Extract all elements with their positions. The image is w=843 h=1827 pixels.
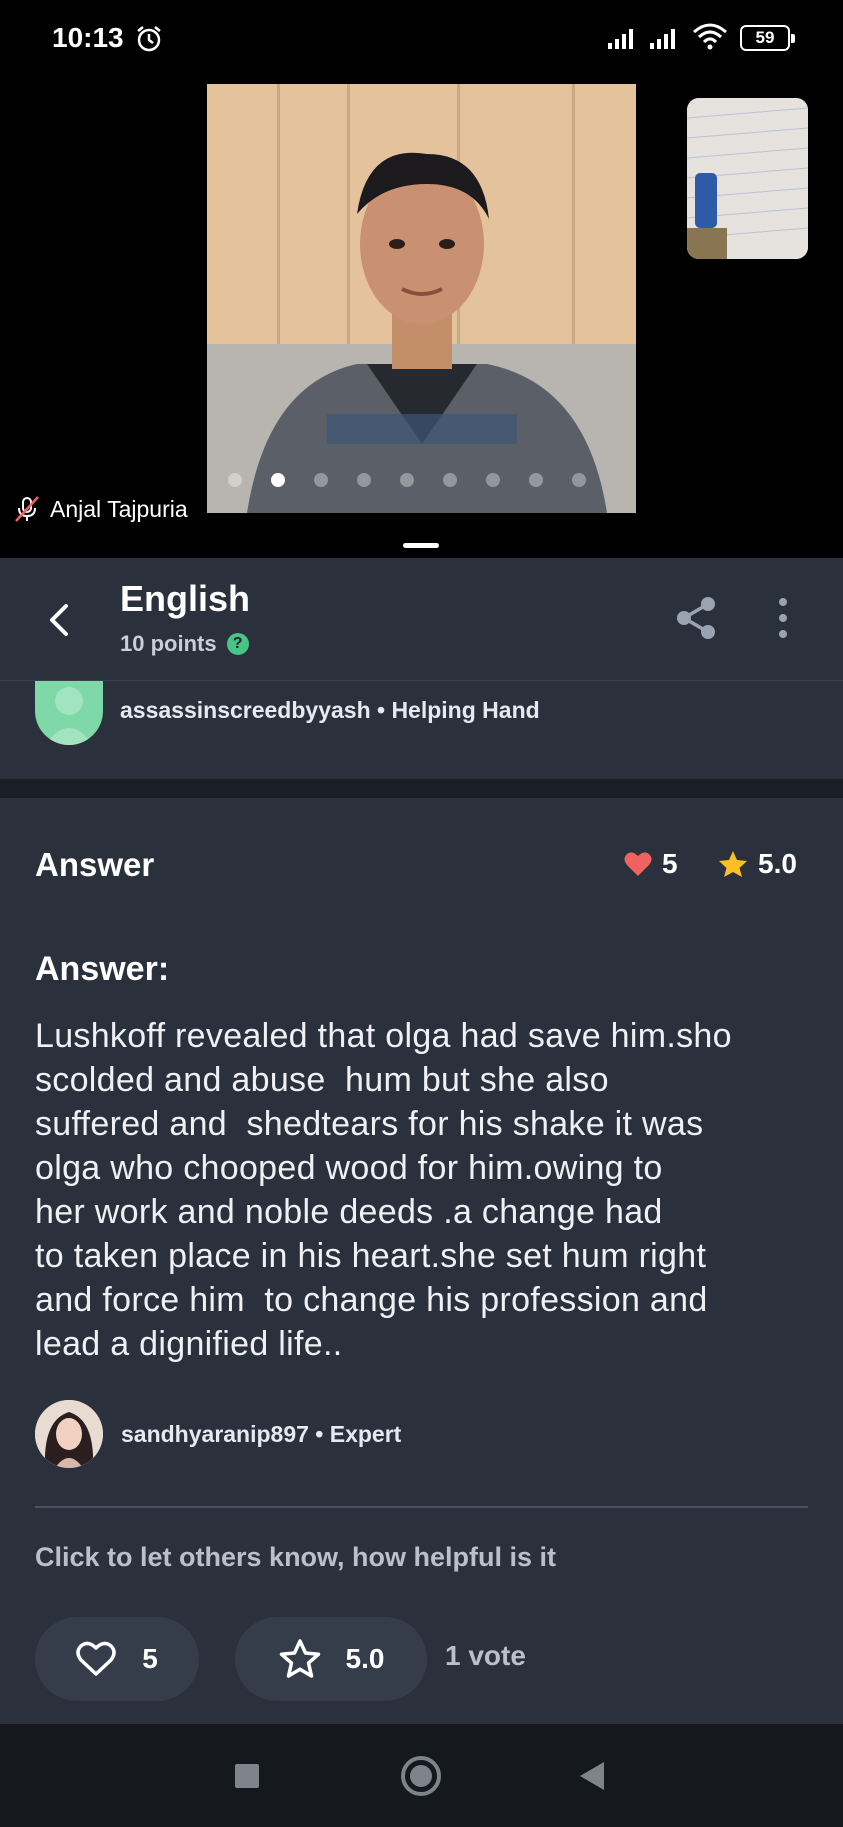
like-count: 5: [142, 1643, 158, 1674]
expert-avatar-image: [35, 1400, 103, 1468]
alarm-icon: [137, 26, 161, 52]
wifi-icon: [693, 23, 727, 50]
signal-icon: [650, 29, 675, 49]
answer-subheading: Answer:: [35, 950, 170, 988]
rating-value: 5.0: [758, 848, 797, 879]
page-dot: [486, 473, 500, 487]
rate-button[interactable]: 5.0: [235, 1617, 427, 1701]
page-dot: [228, 473, 242, 487]
section-separator: [0, 779, 843, 798]
battery-level: 59: [755, 28, 775, 47]
author-line[interactable]: assassinscreedbyyash • Helping Hand: [120, 697, 540, 724]
drag-handle[interactable]: [403, 543, 439, 548]
answer-line: Lushkoff revealed that olga had save him…: [35, 1017, 732, 1055]
question-author[interactable]: assassinscreedbyyash • Helping Hand: [0, 680, 843, 780]
star-icon: [719, 851, 747, 877]
page-dot: [314, 473, 328, 487]
share-icon[interactable]: [672, 594, 720, 642]
answer-heading: Answer: [35, 846, 155, 883]
answer-text: Lushkoff revealed that olga had save him…: [35, 1014, 825, 1366]
answer-author[interactable]: sandhyaranip897 • Expert: [35, 1400, 401, 1468]
vote-count: 1 vote: [445, 1640, 526, 1671]
caller-name: Anjal Tajpuria: [50, 495, 188, 522]
helpful-prompt: Click to let others know, how helpful is…: [35, 1542, 557, 1572]
caller-label: Anjal Tajpuria: [12, 494, 188, 524]
status-bar: 10:13 59: [0, 0, 843, 80]
points-label: 10 points ?: [120, 631, 249, 657]
answer-line: her work and noble deeds .a change had: [35, 1193, 663, 1231]
remote-video-image: [207, 84, 636, 513]
likes-count: 5: [662, 848, 678, 879]
clock: 10:13: [52, 22, 124, 53]
answer-card: Answer 5 5.0 Answer: Lushkoff revealed t…: [0, 798, 843, 1724]
page-dot: [400, 473, 414, 487]
recents-icon[interactable]: [235, 1764, 259, 1788]
heart-icon: [624, 852, 652, 876]
page-dot: [443, 473, 457, 487]
default-avatar-icon: [45, 687, 93, 745]
divider: [35, 1506, 808, 1508]
self-video-image: [687, 98, 808, 259]
like-button[interactable]: 5: [35, 1617, 199, 1701]
answer-line: to taken place in his heart.she set hum …: [35, 1237, 707, 1275]
home-icon[interactable]: [401, 1756, 441, 1796]
self-video-preview[interactable]: [687, 98, 808, 259]
page-dot-active: [271, 473, 285, 487]
answer-line: suffered and shedtears for his shake it …: [35, 1105, 704, 1143]
video-call-area[interactable]: Anjal Tajpuria: [0, 80, 843, 558]
app-header: English 10 points ?: [0, 558, 843, 680]
help-icon[interactable]: ?: [226, 633, 249, 655]
back-nav-icon[interactable]: [580, 1762, 604, 1790]
page-title: English: [120, 578, 251, 619]
page-dot: [357, 473, 371, 487]
rating-stat: 5.0: [718, 848, 797, 880]
avatar[interactable]: [35, 681, 103, 745]
heart-outline-icon: [76, 1641, 116, 1676]
answer-line: scolded and abuse hum but she also: [35, 1061, 609, 1099]
mic-off-icon: [15, 496, 39, 522]
points-value: 10 points: [120, 631, 217, 656]
more-vert-icon[interactable]: [770, 594, 796, 642]
back-icon[interactable]: [38, 598, 82, 642]
avatar[interactable]: [35, 1400, 103, 1468]
page-dot: [572, 473, 586, 487]
battery-icon: 59: [740, 25, 795, 51]
answer-line: lead a dignified life..: [35, 1325, 343, 1363]
star-outline-icon: [279, 1639, 320, 1678]
rate-value: 5.0: [345, 1643, 385, 1674]
answer-line: olga who chooped wood for him.owing to: [35, 1149, 663, 1187]
likes-stat: 5: [624, 848, 678, 880]
answer-line: and force him to change his profession a…: [35, 1281, 708, 1319]
page-indicator: [228, 473, 586, 487]
signal-icon: [608, 29, 633, 49]
system-nav-bar: [0, 1724, 843, 1827]
remote-video-feed[interactable]: [207, 84, 636, 513]
page-dot: [529, 473, 543, 487]
author-line[interactable]: sandhyaranip897 • Expert: [121, 1421, 401, 1448]
